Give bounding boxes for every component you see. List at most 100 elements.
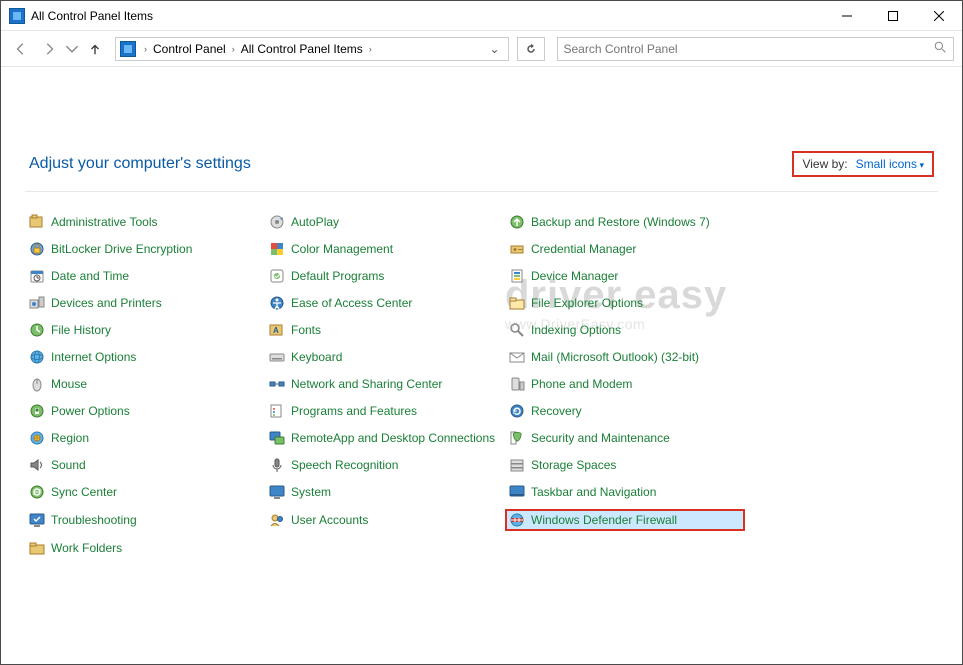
control-panel-item[interactable]: Backup and Restore (Windows 7) bbox=[505, 212, 745, 232]
item-label: Recovery bbox=[531, 404, 582, 418]
search-icon[interactable] bbox=[934, 41, 947, 57]
ease-icon bbox=[269, 295, 285, 311]
control-panel-item[interactable]: Ease of Access Center bbox=[265, 293, 505, 313]
item-label: Region bbox=[51, 431, 89, 445]
control-panel-item[interactable]: Storage Spaces bbox=[505, 455, 745, 475]
control-panel-item[interactable]: File Explorer Options bbox=[505, 293, 745, 313]
close-button[interactable] bbox=[916, 1, 962, 30]
items-grid: Administrative ToolsAutoPlay Backup and R… bbox=[25, 212, 938, 558]
control-panel-item[interactable]: Date and Time bbox=[25, 266, 265, 286]
control-panel-item[interactable]: RemoteApp and Desktop Connections bbox=[265, 428, 505, 448]
control-panel-item[interactable]: Phone and Modem bbox=[505, 374, 745, 394]
item-label: Keyboard bbox=[291, 350, 342, 364]
power-icon bbox=[29, 403, 45, 419]
address-dropdown-icon[interactable]: ⌄ bbox=[486, 42, 504, 56]
titlebar: All Control Panel Items bbox=[1, 1, 962, 31]
item-label: Color Management bbox=[291, 242, 393, 256]
control-panel-item[interactable]: Administrative Tools bbox=[25, 212, 265, 232]
control-panel-item[interactable]: Device Manager bbox=[505, 266, 745, 286]
control-panel-item[interactable]: User Accounts bbox=[265, 509, 505, 531]
item-label: Troubleshooting bbox=[51, 513, 137, 527]
control-panel-item[interactable]: AutoPlay bbox=[265, 212, 505, 232]
keyboard-icon bbox=[269, 349, 285, 365]
control-panel-item[interactable]: File History bbox=[25, 320, 265, 340]
remote-icon bbox=[269, 430, 285, 446]
item-label: Sync Center bbox=[51, 485, 117, 499]
view-by-control: View by: Small icons bbox=[792, 151, 934, 177]
item-label: RemoteApp and Desktop Connections bbox=[291, 431, 495, 445]
control-panel-item[interactable]: Speech Recognition bbox=[265, 455, 505, 475]
control-panel-item[interactable]: Sound bbox=[25, 455, 265, 475]
control-panel-item[interactable]: Network and Sharing Center bbox=[265, 374, 505, 394]
minimize-button[interactable] bbox=[824, 1, 870, 30]
control-panel-item[interactable]: Region bbox=[25, 428, 265, 448]
control-panel-item[interactable]: Indexing Options bbox=[505, 320, 745, 340]
control-panel-item[interactable]: Work Folders bbox=[25, 538, 265, 558]
refresh-button[interactable] bbox=[517, 37, 545, 61]
breadcrumb-root[interactable]: Control Panel bbox=[151, 40, 228, 58]
phone-icon bbox=[509, 376, 525, 392]
control-panel-item[interactable]: Programs and Features bbox=[265, 401, 505, 421]
item-label: Backup and Restore (Windows 7) bbox=[531, 215, 710, 229]
control-panel-item[interactable]: Credential Manager bbox=[505, 239, 745, 259]
default-icon bbox=[269, 268, 285, 284]
forward-button[interactable] bbox=[37, 37, 61, 61]
control-panel-item[interactable]: AFonts bbox=[265, 320, 505, 340]
devicemgr-icon bbox=[509, 268, 525, 284]
control-panel-item[interactable]: Troubleshooting bbox=[25, 509, 265, 531]
window-buttons bbox=[824, 1, 962, 30]
item-label: File History bbox=[51, 323, 111, 337]
chevron-right-icon[interactable]: › bbox=[369, 44, 372, 54]
item-label: Devices and Printers bbox=[51, 296, 162, 310]
control-panel-icon bbox=[9, 8, 25, 24]
control-panel-item[interactable]: Sync Center bbox=[25, 482, 265, 502]
control-panel-item[interactable]: Keyboard bbox=[265, 347, 505, 367]
view-by-label: View by: bbox=[802, 157, 847, 171]
control-panel-item[interactable]: Internet Options bbox=[25, 347, 265, 367]
item-label: Security and Maintenance bbox=[531, 431, 670, 445]
filehistory-icon bbox=[29, 322, 45, 338]
control-panel-item[interactable]: Windows Defender Firewall bbox=[505, 509, 745, 531]
page-heading: Adjust your computer's settings bbox=[29, 155, 251, 173]
search-input[interactable] bbox=[564, 42, 935, 56]
troubleshoot-icon bbox=[29, 512, 45, 528]
control-panel-item[interactable]: Power Options bbox=[25, 401, 265, 421]
item-label: Mail (Microsoft Outlook) (32-bit) bbox=[531, 350, 699, 364]
address-bar[interactable]: › Control Panel › All Control Panel Item… bbox=[115, 37, 509, 61]
chevron-right-icon[interactable]: › bbox=[144, 44, 147, 54]
item-label: Credential Manager bbox=[531, 242, 636, 256]
breadcrumb-current[interactable]: All Control Panel Items bbox=[239, 40, 365, 58]
control-panel-item[interactable]: Mail (Microsoft Outlook) (32-bit) bbox=[505, 347, 745, 367]
item-label: Ease of Access Center bbox=[291, 296, 412, 310]
item-label: Phone and Modem bbox=[531, 377, 632, 391]
control-panel-item[interactable]: Security and Maintenance bbox=[505, 428, 745, 448]
back-button[interactable] bbox=[9, 37, 33, 61]
view-by-dropdown[interactable]: Small icons bbox=[856, 157, 924, 171]
control-panel-item[interactable]: Default Programs bbox=[265, 266, 505, 286]
control-panel-item[interactable]: BitLocker Drive Encryption bbox=[25, 239, 265, 259]
item-label: Programs and Features bbox=[291, 404, 417, 418]
control-panel-item[interactable]: Taskbar and Navigation bbox=[505, 482, 745, 502]
credential-icon bbox=[509, 241, 525, 257]
sync-icon bbox=[29, 484, 45, 500]
control-panel-item[interactable]: Mouse bbox=[25, 374, 265, 394]
up-button[interactable] bbox=[83, 37, 107, 61]
item-label: BitLocker Drive Encryption bbox=[51, 242, 192, 256]
maximize-button[interactable] bbox=[870, 1, 916, 30]
control-panel-item[interactable]: Devices and Printers bbox=[25, 293, 265, 313]
item-label: Date and Time bbox=[51, 269, 129, 283]
internet-icon bbox=[29, 349, 45, 365]
control-panel-item[interactable]: Recovery bbox=[505, 401, 745, 421]
item-label: Device Manager bbox=[531, 269, 618, 283]
fonts-icon: A bbox=[269, 322, 285, 338]
recent-dropdown[interactable] bbox=[65, 37, 79, 61]
control-panel-item[interactable]: Color Management bbox=[265, 239, 505, 259]
chevron-right-icon[interactable]: › bbox=[232, 44, 235, 54]
content-area: driver easy www.DriverEasy.com Adjust yo… bbox=[1, 67, 962, 576]
control-panel-item[interactable]: System bbox=[265, 482, 505, 502]
item-label: Default Programs bbox=[291, 269, 384, 283]
search-box[interactable] bbox=[557, 37, 955, 61]
system-icon bbox=[269, 484, 285, 500]
item-label: Internet Options bbox=[51, 350, 136, 364]
bitlocker-icon bbox=[29, 241, 45, 257]
